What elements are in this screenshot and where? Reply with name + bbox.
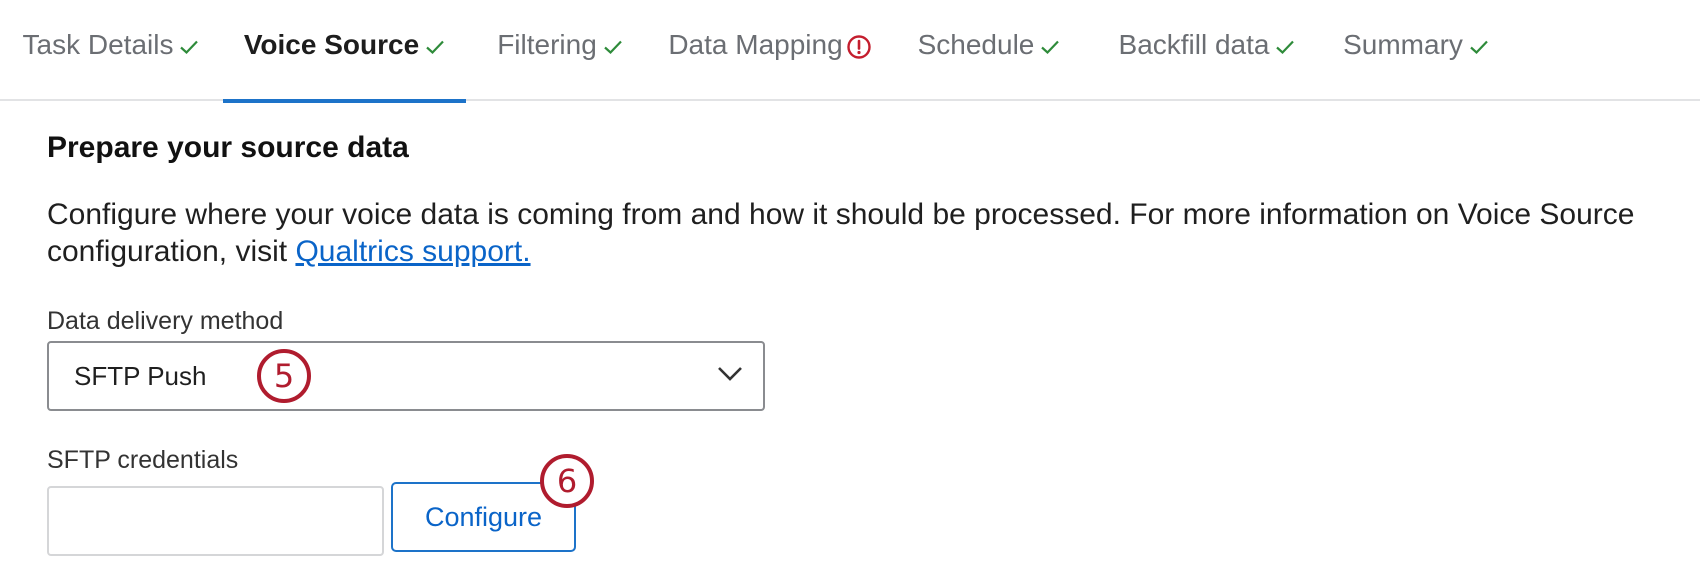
voice-source-page: Task Details Voice Source Filtering Data…	[0, 0, 1700, 566]
check-icon	[425, 39, 445, 55]
description-text: Configure where your voice data is comin…	[47, 198, 1635, 268]
tab-label: Task Details	[22, 28, 174, 60]
section-description: Configure where your voice data is comin…	[47, 196, 1697, 270]
tab-label: Filtering	[497, 28, 597, 60]
check-icon	[1040, 39, 1060, 55]
alert-circle-icon	[846, 34, 872, 60]
tab-label: Backfill data	[1118, 28, 1270, 60]
tab-label: Voice Source	[243, 28, 420, 60]
tab-task-details[interactable]: Task Details	[0, 0, 222, 101]
data-delivery-method-label: Data delivery method	[47, 307, 284, 335]
selected-value: SFTP Push	[74, 360, 207, 391]
section-heading: Prepare your source data	[47, 131, 409, 164]
wizard-tab-bar: Task Details Voice Source Filtering Data…	[0, 0, 1700, 103]
tab-summary[interactable]: Summary	[1322, 0, 1510, 101]
sftp-credentials-field[interactable]	[47, 486, 384, 556]
tab-filtering[interactable]: Filtering	[466, 0, 654, 101]
data-delivery-method-select[interactable]: SFTP Push	[47, 341, 765, 411]
tab-schedule[interactable]: Schedule	[886, 0, 1092, 101]
chevron-down-icon	[717, 365, 743, 383]
step-marker-5: 5	[257, 349, 311, 403]
tab-voice-source[interactable]: Voice Source	[223, 0, 466, 103]
check-icon	[1469, 39, 1489, 55]
tab-label: Schedule	[917, 28, 1035, 60]
sftp-credentials-label: SFTP credentials	[47, 446, 239, 474]
tab-data-mapping[interactable]: Data Mapping	[654, 0, 886, 101]
tab-label: Data Mapping	[668, 28, 843, 60]
qualtrics-support-link[interactable]: Qualtrics support.	[295, 235, 530, 268]
check-icon	[179, 39, 199, 55]
check-icon	[1275, 39, 1295, 55]
tab-backfill-data[interactable]: Backfill data	[1092, 0, 1322, 101]
check-icon	[603, 39, 623, 55]
tab-label: Summary	[1343, 28, 1463, 60]
step-marker-6: 6	[540, 454, 594, 508]
